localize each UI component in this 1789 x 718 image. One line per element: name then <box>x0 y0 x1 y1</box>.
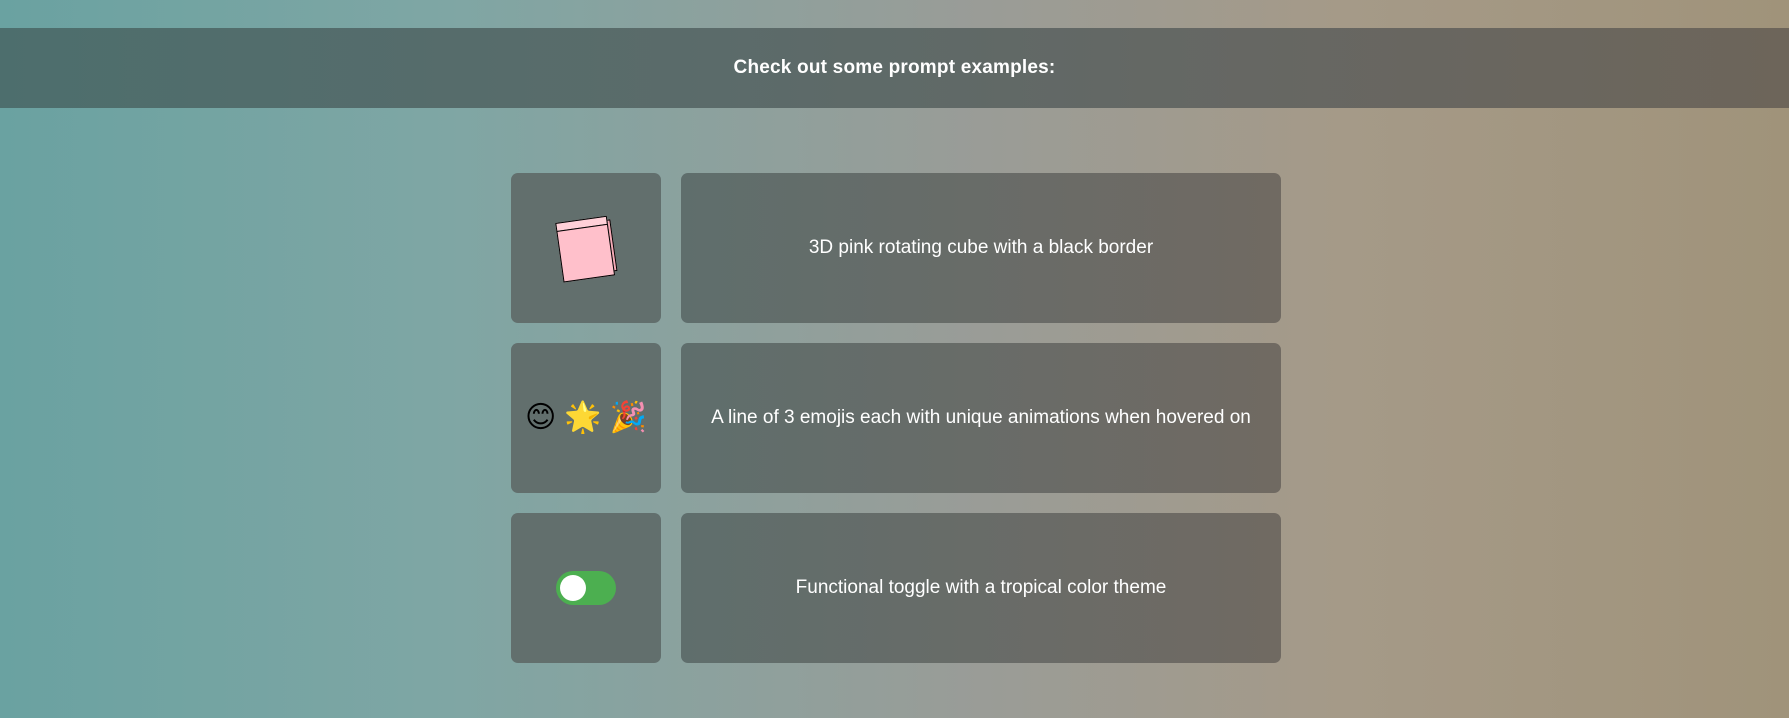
smiling-face-emoji-icon[interactable]: 😊 <box>525 403 556 433</box>
star-emoji-icon[interactable]: 🌟 <box>564 403 601 433</box>
cube-preview-card <box>511 173 661 323</box>
example-row-toggle: Functional toggle with a tropical color … <box>511 513 1281 663</box>
emoji-preview-card: 😊 🌟 🎉 <box>511 343 661 493</box>
pink-cube <box>555 215 618 283</box>
toggle-knob <box>560 575 586 601</box>
prompt-text: A line of 3 emojis each with unique anim… <box>711 407 1251 428</box>
example-list: 3D pink rotating cube with a black borde… <box>511 173 1281 683</box>
prompt-card-cube[interactable]: 3D pink rotating cube with a black borde… <box>681 173 1281 323</box>
header-bar: Check out some prompt examples: <box>0 28 1789 108</box>
party-popper-emoji-icon[interactable]: 🎉 <box>610 403 647 433</box>
prompt-card-emojis[interactable]: A line of 3 emojis each with unique anim… <box>681 343 1281 493</box>
prompt-text: 3D pink rotating cube with a black borde… <box>808 237 1154 258</box>
emoji-line: 😊 🌟 🎉 <box>525 403 647 433</box>
example-row-cube: 3D pink rotating cube with a black borde… <box>511 173 1281 323</box>
toggle-switch[interactable] <box>556 571 616 605</box>
prompt-card-toggle[interactable]: Functional toggle with a tropical color … <box>681 513 1281 663</box>
example-row-emojis: 😊 🌟 🎉 A line of 3 emojis each with uniqu… <box>511 343 1281 493</box>
page-title: Check out some prompt examples: <box>733 57 1056 78</box>
prompt-text: Functional toggle with a tropical color … <box>795 577 1167 598</box>
toggle-preview-card <box>511 513 661 663</box>
